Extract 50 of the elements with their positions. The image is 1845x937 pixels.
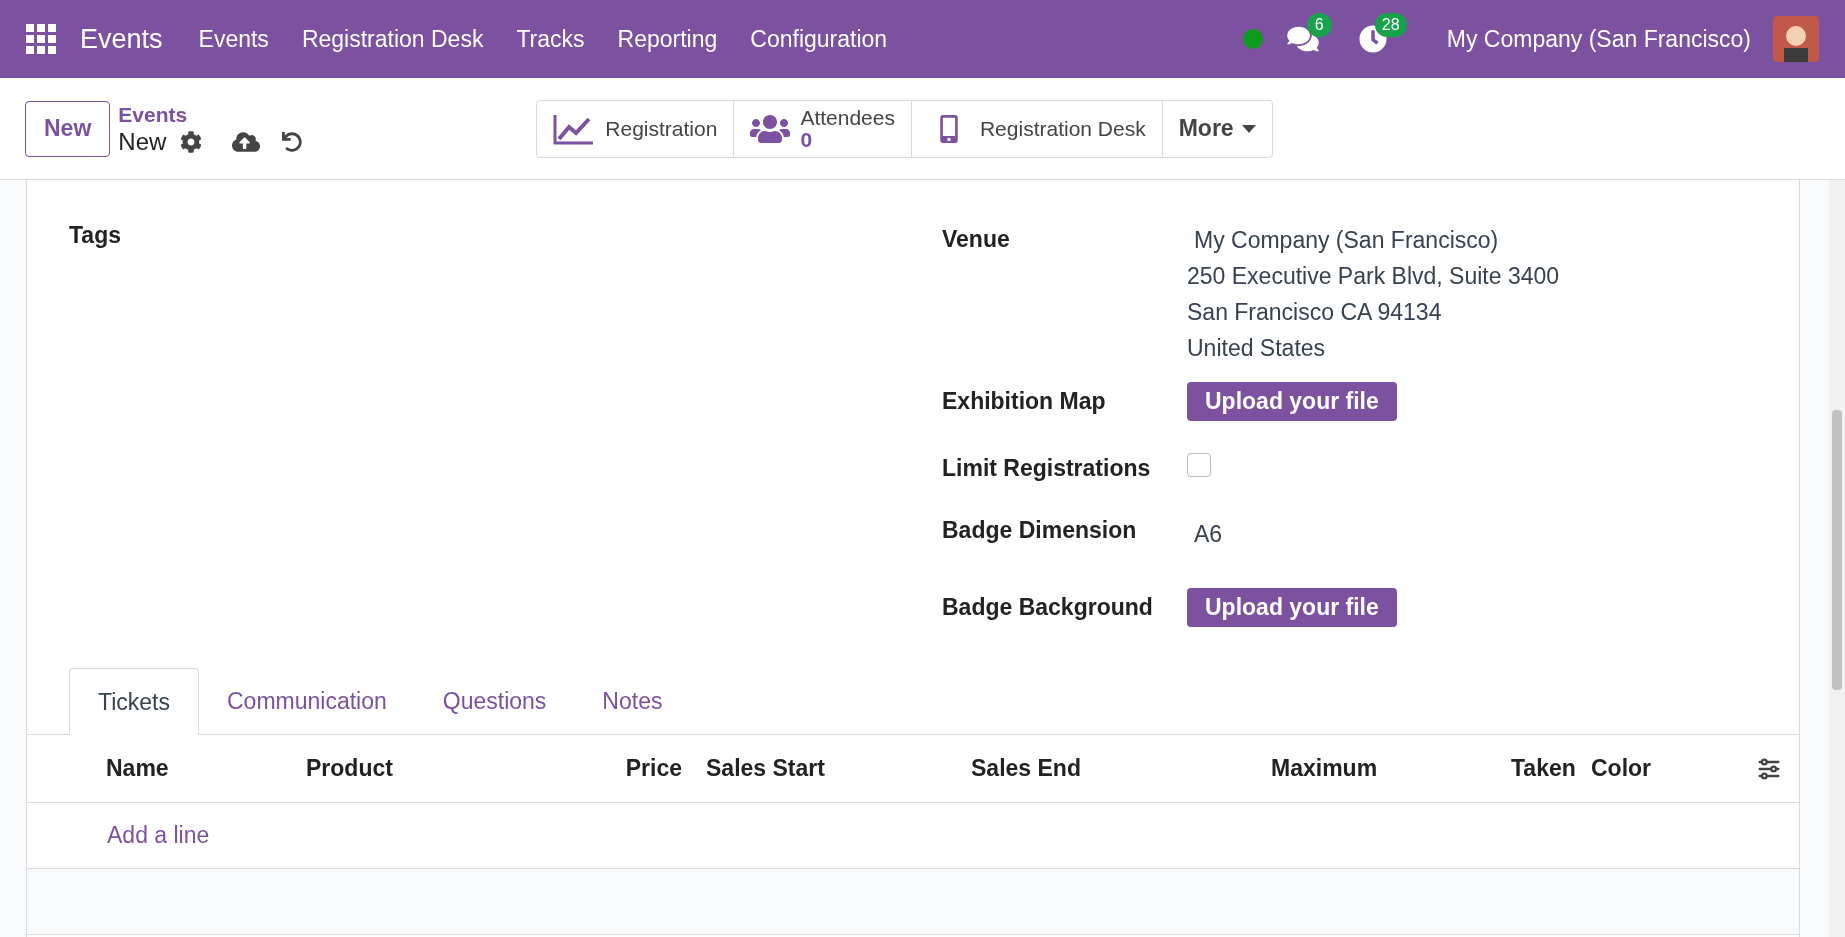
field-label: Venue (942, 225, 1011, 254)
menu-item[interactable]: Configuration (750, 21, 888, 57)
column-header[interactable]: Color (1579, 751, 1699, 786)
apps-grid-icon[interactable] (26, 24, 56, 54)
add-line-link[interactable]: Add a line (107, 818, 210, 853)
caret-icon (1241, 124, 1256, 133)
upload-button[interactable]: Upload your file (1187, 382, 1397, 421)
notebook-tab[interactable]: Notes (574, 668, 691, 734)
column-header[interactable]: Maximum (1259, 751, 1499, 786)
app-name[interactable]: Events (80, 18, 163, 60)
undo-icon[interactable] (282, 131, 303, 152)
field-label: Badge Background (942, 592, 1154, 622)
notebook-tab[interactable]: Communication (199, 668, 415, 734)
checkbox[interactable] (1187, 453, 1211, 477)
more-dropdown[interactable]: More (1162, 100, 1272, 157)
column-header[interactable]: Product (294, 751, 554, 786)
phone-icon (937, 114, 960, 143)
address-line: 250 Executive Park Blvd, Suite 3400 (1187, 262, 1560, 291)
messages-count: 6 (1306, 13, 1332, 37)
field-label: Exhibition Map (942, 387, 1107, 416)
breadcrumb-link[interactable]: Events (118, 101, 303, 128)
activities-count: 28 (1374, 13, 1407, 37)
address-line[interactable]: My Company (San Francisco) (1187, 222, 1560, 258)
menu-item[interactable]: Events (198, 21, 269, 57)
avatar-icon[interactable] (1773, 16, 1819, 62)
column-header[interactable]: Sales Start (694, 751, 959, 786)
smart-button[interactable]: Registration (537, 100, 735, 157)
column-header[interactable]: Price (554, 751, 694, 786)
field-label: Badge Dimension (942, 516, 1138, 545)
record-name: New (118, 127, 167, 156)
field-value[interactable]: A6 (1187, 509, 1223, 552)
address-line: San Francisco CA 94134 (1187, 298, 1443, 327)
settings-icon[interactable] (180, 130, 203, 153)
column-header[interactable]: Taken (1499, 751, 1579, 786)
menu-item[interactable]: Reporting (617, 21, 718, 57)
company-name[interactable]: My Company (San Francisco) (1446, 21, 1751, 57)
upload-button[interactable]: Upload your file (1187, 587, 1397, 627)
address-line: United States (1187, 334, 1327, 363)
menu-item[interactable]: Tracks (516, 21, 585, 57)
menu-item[interactable]: Registration Desk (301, 21, 484, 57)
field-label: Limit Registrations (942, 454, 1152, 483)
notebook-tab[interactable]: Tickets (69, 668, 199, 735)
new-button[interactable]: New (25, 100, 111, 157)
field-label: Tags (69, 222, 121, 248)
line-chart-icon (553, 112, 596, 145)
column-header[interactable]: Name (94, 751, 294, 786)
notebook-tab[interactable]: Questions (414, 668, 575, 734)
smart-button[interactable]: Registration Desk (911, 100, 1163, 157)
smart-button[interactable]: Attendees 0 (734, 100, 912, 157)
column-header[interactable]: Sales End (959, 751, 1259, 786)
